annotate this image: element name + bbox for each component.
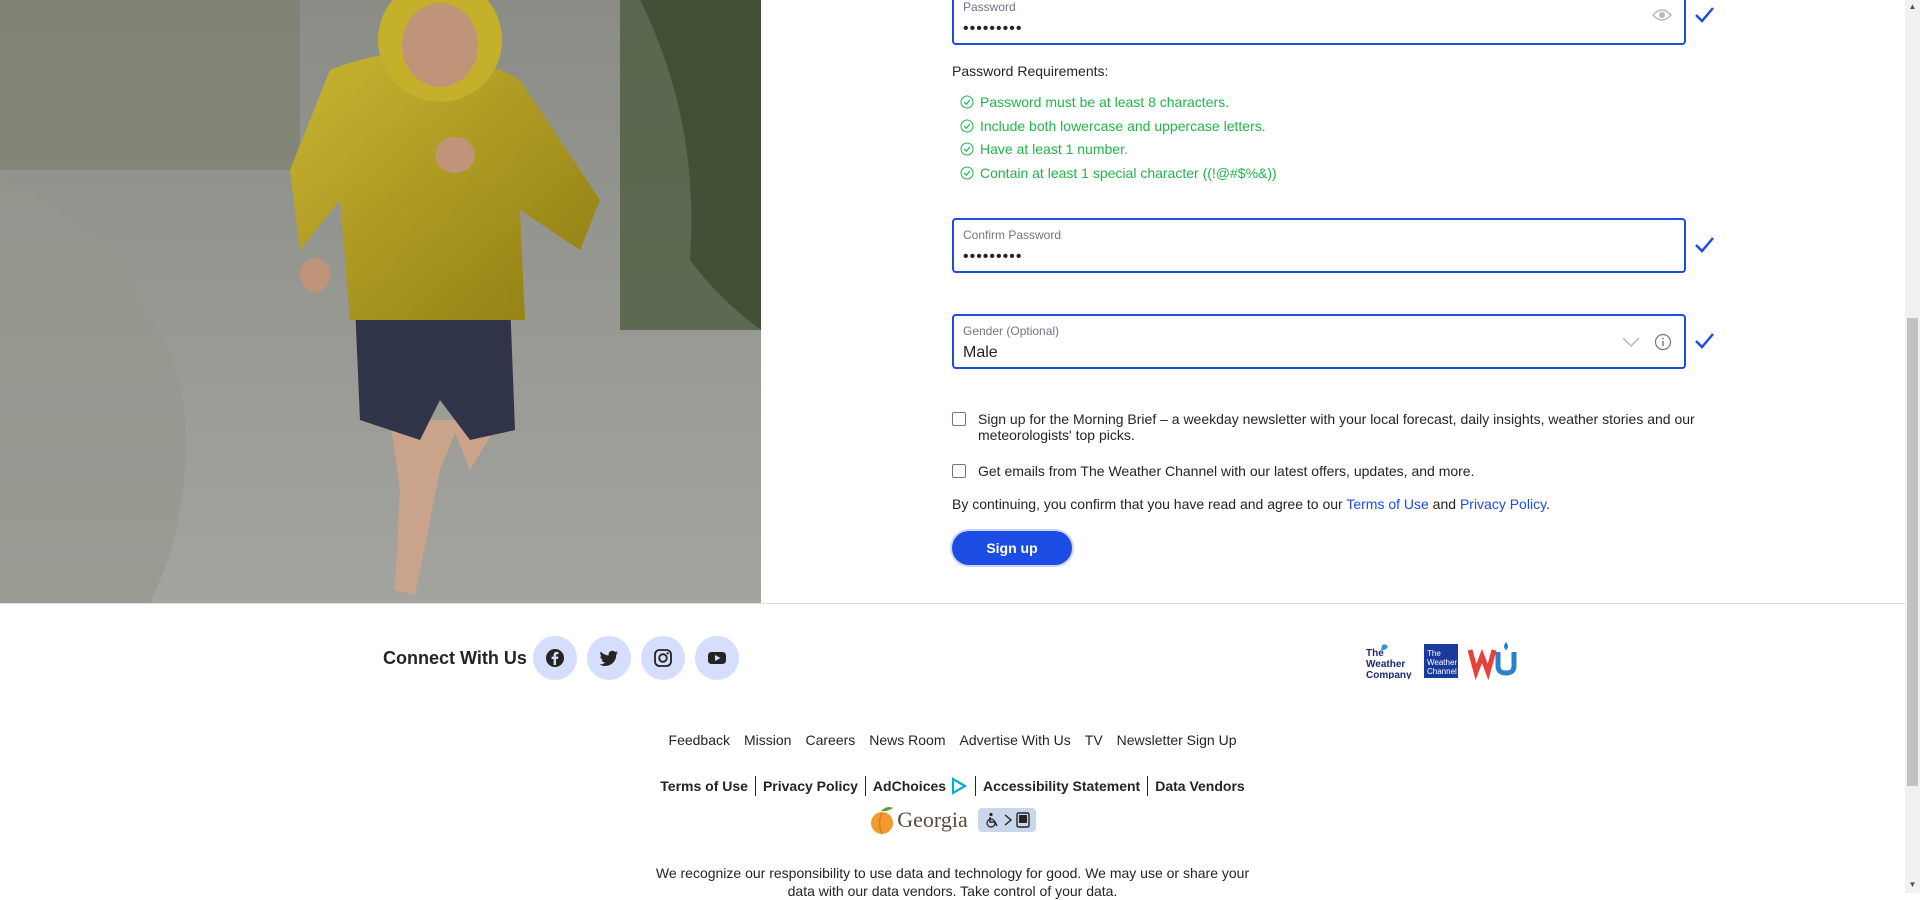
requirement-text: Have at least 1 number.: [980, 141, 1128, 157]
svg-text:Channel: Channel: [1427, 667, 1457, 676]
adchoices-icon: [951, 777, 968, 795]
svg-text:Company: Company: [1366, 670, 1412, 679]
footer-adchoices-link[interactable]: AdChoices: [864, 776, 975, 796]
scroll-up-arrow[interactable]: ▲: [1908, 2, 1917, 11]
terms-of-use-link[interactable]: Terms of Use: [1346, 496, 1428, 512]
confirm-password-value: •••••••••: [963, 248, 1023, 265]
chevron-down-icon[interactable]: [1622, 335, 1640, 353]
georgia-badge[interactable]: Georgia: [869, 805, 968, 835]
wheelchair-icon: [986, 812, 998, 828]
requirement-text: Password must be at least 8 characters.: [980, 94, 1229, 110]
legal-and: and: [1428, 496, 1460, 512]
scroll-thumb[interactable]: [1907, 318, 1918, 786]
morning-brief-text: Sign up for the Morning Brief – a weekda…: [978, 411, 1695, 443]
youtube-icon: [708, 652, 726, 664]
data-responsibility-text: We recognize our responsibility to use d…: [0, 864, 1905, 900]
accessibility-badge[interactable]: [977, 808, 1036, 832]
footer-nav: Feedback Mission Careers News Room Adver…: [0, 732, 1905, 748]
georgia-label: Georgia: [897, 807, 968, 832]
check-circle-icon: [960, 166, 974, 180]
footer-privacy-link[interactable]: Privacy Policy: [754, 776, 865, 796]
footer-link-careers[interactable]: Careers: [805, 732, 855, 748]
privacy-policy-link[interactable]: Privacy Policy: [1460, 496, 1546, 512]
offers-email-row[interactable]: Get emails from The Weather Channel with…: [952, 463, 1474, 479]
requirement-item: Include both lowercase and uppercase let…: [960, 118, 1266, 134]
gender-value: Male: [963, 344, 998, 361]
footer-terms-link[interactable]: Terms of Use: [653, 776, 755, 796]
requirement-item: Contain at least 1 special character ((!…: [960, 165, 1277, 181]
twitter-icon: [599, 650, 618, 666]
footer-link-feedback[interactable]: Feedback: [669, 732, 730, 748]
footer-link-mission[interactable]: Mission: [744, 732, 791, 748]
svg-text:The: The: [1427, 649, 1441, 658]
device-icon: [1016, 812, 1030, 828]
connect-with-us-heading: Connect With Us: [383, 648, 527, 668]
password-requirements-title: Password Requirements:: [952, 63, 1109, 79]
scroll-down-arrow[interactable]: ▼: [1908, 880, 1917, 889]
morning-brief-row[interactable]: Sign up for the Morning Brief – a weekda…: [952, 411, 1712, 443]
instagram-icon: [654, 649, 672, 667]
footer-data-vendors-link[interactable]: Data Vendors: [1147, 776, 1251, 796]
facebook-icon: [546, 649, 564, 667]
footer-link-newsletter[interactable]: Newsletter Sign Up: [1117, 732, 1237, 748]
instagram-button[interactable]: [641, 636, 685, 680]
recognize-line-2: data with our data vendors. Take control…: [787, 883, 1118, 899]
info-icon[interactable]: [1654, 333, 1672, 356]
confirm-password-valid-check-icon: [1693, 234, 1715, 256]
svg-text:Weather: Weather: [1427, 658, 1457, 667]
legal-consent-text: By continuing, you confirm that you have…: [952, 496, 1550, 512]
peach-icon: [871, 807, 894, 835]
password-label: Password: [963, 0, 1016, 14]
footer-link-advertise[interactable]: Advertise With Us: [960, 732, 1071, 748]
recognize-line-1: We recognize our responsibility to use d…: [655, 865, 1250, 881]
twitter-button[interactable]: [587, 636, 631, 680]
requirement-item: Password must be at least 8 characters.: [960, 94, 1229, 110]
offers-email-text: Get emails from The Weather Channel with…: [978, 463, 1475, 479]
requirement-item: Have at least 1 number.: [960, 141, 1128, 157]
footer-link-tv[interactable]: TV: [1085, 732, 1103, 748]
requirement-text: Include both lowercase and uppercase let…: [980, 118, 1266, 134]
check-circle-icon: [960, 95, 974, 109]
adchoices-label: AdChoices: [872, 778, 947, 794]
password-value: •••••••••: [963, 20, 1023, 37]
greater-than-icon: [1004, 814, 1012, 826]
footer-legal-nav: Terms of Use Privacy Policy AdChoices Ac…: [0, 776, 1905, 796]
check-circle-icon: [960, 142, 974, 156]
brand-logos: The Weather Company The Weather Channel: [1366, 642, 1520, 681]
footer-badges: Georgia: [0, 805, 1905, 835]
footer-link-news-room[interactable]: News Room: [869, 732, 945, 748]
requirement-text: Contain at least 1 special character ((!…: [980, 165, 1277, 181]
morning-brief-checkbox[interactable]: [952, 412, 966, 426]
gender-valid-check-icon: [1693, 330, 1715, 352]
password-valid-check-icon: [1693, 4, 1715, 26]
facebook-button[interactable]: [533, 636, 577, 680]
check-circle-icon: [960, 119, 974, 133]
gender-select[interactable]: Gender (Optional) Male: [952, 314, 1686, 369]
page-scrollbar[interactable]: ▲ ▼: [1905, 0, 1920, 893]
svg-text:Weather: Weather: [1366, 659, 1405, 670]
svg-text:The: The: [1366, 648, 1384, 659]
eye-icon[interactable]: [1651, 8, 1673, 27]
hero-photo: [0, 0, 761, 603]
weather-company-logo[interactable]: The Weather Company: [1366, 643, 1414, 681]
section-divider: [0, 603, 1905, 604]
weather-channel-logo[interactable]: The Weather Channel: [1424, 644, 1458, 678]
legal-suffix: .: [1546, 496, 1550, 512]
password-field[interactable]: Password •••••••••: [952, 0, 1686, 45]
confirm-password-field[interactable]: Confirm Password •••••••••: [952, 218, 1686, 273]
confirm-password-label: Confirm Password: [963, 228, 1062, 242]
legal-prefix: By continuing, you confirm that you have…: [952, 496, 1347, 512]
sign-up-button[interactable]: Sign up: [952, 531, 1072, 565]
youtube-button[interactable]: [695, 636, 739, 680]
footer-accessibility-link[interactable]: Accessibility Statement: [975, 776, 1147, 796]
offers-email-checkbox[interactable]: [952, 464, 966, 478]
gender-label: Gender (Optional): [963, 324, 1060, 338]
wu-logo[interactable]: [1467, 642, 1520, 681]
